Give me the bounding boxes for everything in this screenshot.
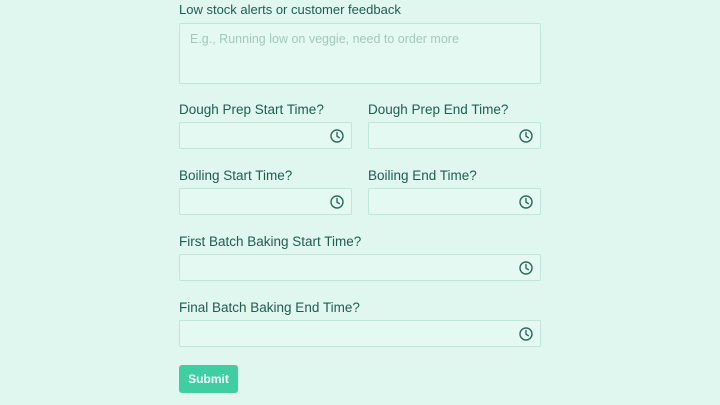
clock-icon[interactable]: [519, 129, 533, 143]
clock-icon[interactable]: [330, 195, 344, 209]
boiling-end-label: Boiling End Time?: [368, 168, 477, 183]
first-batch-baking-start-label: First Batch Baking Start Time?: [179, 234, 362, 249]
dough-prep-end-input[interactable]: [369, 123, 540, 148]
notes-label: Low stock alerts or customer feedback: [179, 2, 401, 17]
notes-textarea[interactable]: [180, 24, 540, 83]
dough-prep-end-field: [368, 122, 541, 149]
boiling-start-field: [179, 188, 352, 215]
dough-prep-start-input[interactable]: [180, 123, 351, 148]
boiling-start-label: Boiling Start Time?: [179, 168, 293, 183]
boiling-start-input[interactable]: [180, 189, 351, 214]
dough-prep-start-label: Dough Prep Start Time?: [179, 102, 324, 117]
final-batch-baking-end-input[interactable]: [180, 321, 540, 346]
final-batch-baking-end-field: [179, 320, 541, 347]
boiling-end-field: [368, 188, 541, 215]
first-batch-baking-start-input[interactable]: [180, 255, 540, 280]
final-batch-baking-end-label: Final Batch Baking End Time?: [179, 300, 360, 315]
dough-prep-start-field: [179, 122, 352, 149]
clock-icon[interactable]: [330, 129, 344, 143]
submit-button[interactable]: Submit: [179, 365, 238, 393]
clock-icon[interactable]: [519, 195, 533, 209]
clock-icon[interactable]: [519, 327, 533, 341]
dough-prep-end-label: Dough Prep End Time?: [368, 102, 509, 117]
clock-icon[interactable]: [519, 261, 533, 275]
boiling-end-input[interactable]: [369, 189, 540, 214]
notes-field-container: [179, 23, 541, 84]
first-batch-baking-start-field: [179, 254, 541, 281]
